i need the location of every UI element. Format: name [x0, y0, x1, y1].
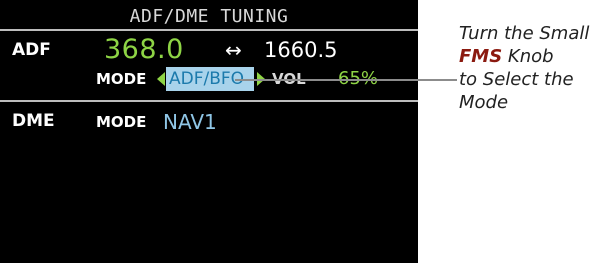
adf-dme-tuning-window: ADF/DME TUNING ADF 368.0 ↔ 1660.5 MODE A… [0, 0, 418, 263]
dme-mode-value[interactable]: NAV1 [163, 109, 217, 135]
annotation-knob-word: Knob [502, 46, 554, 67]
callout-leader-line [235, 79, 457, 81]
swap-arrow-icon: ↔ [225, 38, 242, 62]
adf-active-frequency[interactable]: 368.0 [104, 35, 184, 65]
fms-knob-name: FMS [459, 46, 503, 67]
annotation-line-1: Turn the Small [459, 23, 590, 44]
adf-standby-frequency[interactable]: 1660.5 [264, 37, 337, 63]
title-divider [0, 29, 418, 31]
window-title: ADF/DME TUNING [129, 6, 289, 27]
annotation-line-4: Mode [459, 92, 509, 113]
adf-mode-label: MODE [96, 70, 147, 88]
dme-label: DME [12, 111, 55, 131]
section-divider [0, 100, 418, 102]
annotation-line-2: FMS Knob [459, 45, 601, 68]
adf-label: ADF [12, 40, 51, 60]
instruction-annotation: Turn the Small FMS Knob to Select the Mo… [459, 22, 601, 114]
dme-mode-label: MODE [96, 113, 147, 131]
mode-left-arrow-icon [157, 72, 165, 86]
annotation-line-3: to Select the [459, 69, 574, 90]
